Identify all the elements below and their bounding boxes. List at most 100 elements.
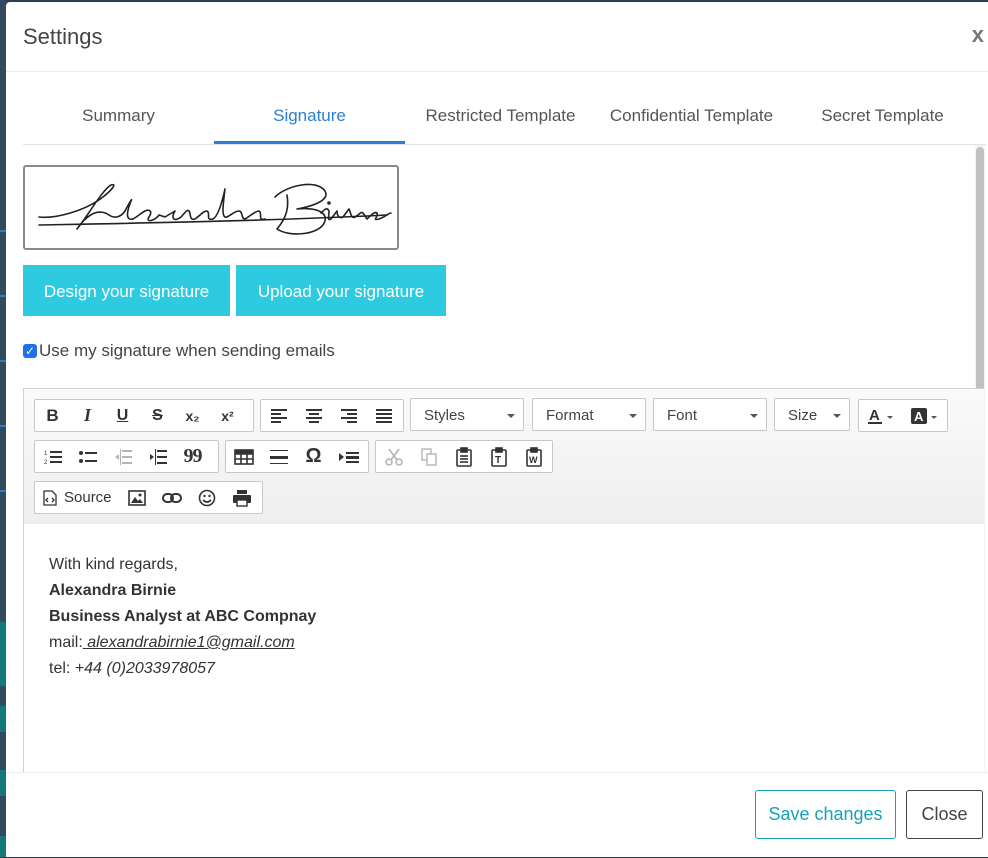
mail-prefix: mail: (49, 634, 83, 651)
text-color-icon: A (868, 407, 893, 424)
basic-styles-group: B I U S x₂ x² (34, 399, 254, 432)
svg-text:T: T (495, 455, 501, 466)
increase-indent-button[interactable] (140, 441, 175, 472)
bullet-list-button[interactable] (70, 441, 105, 472)
paste-button[interactable] (446, 441, 481, 472)
decrease-indent-button[interactable] (105, 441, 140, 472)
handwritten-signature (38, 183, 392, 235)
format-dropdown[interactable]: Format (532, 398, 646, 431)
horizontal-line-button[interactable] (261, 441, 296, 472)
align-right-icon (340, 408, 357, 423)
copy-button[interactable] (411, 441, 446, 472)
outdent-icon (114, 448, 132, 465)
rich-text-editor: B I U S x₂ x² Styles Format Font Size A … (23, 388, 984, 772)
source-icon (43, 489, 57, 506)
strikethrough-icon: S (152, 406, 163, 424)
signature-image (23, 165, 399, 250)
font-dropdown[interactable]: Font (653, 398, 767, 431)
font-label: Font (667, 407, 698, 424)
signer-role: Business Analyst at ABC Compnay (49, 608, 317, 625)
subscript-button[interactable]: x₂ (175, 400, 210, 431)
size-dropdown[interactable]: Size (774, 398, 850, 431)
settings-modal: Settings x Summary Signature Restricted … (6, 2, 988, 857)
alignment-group (260, 399, 404, 432)
source-label: Source (64, 489, 112, 506)
table-button[interactable] (226, 441, 261, 472)
align-center-button[interactable] (296, 400, 331, 431)
source-button[interactable]: Source (35, 482, 119, 513)
svg-text:W: W (529, 455, 538, 465)
indent-icon (149, 448, 167, 465)
svg-text:A: A (869, 407, 880, 424)
background-color-icon: A (911, 407, 937, 424)
superscript-icon: x² (221, 407, 234, 424)
blockquote-icon: 99 (183, 445, 203, 467)
scissors-icon (384, 448, 403, 466)
chevron-down-icon (629, 414, 637, 418)
blockquote-button[interactable]: 99 (175, 441, 210, 472)
italic-button[interactable]: I (70, 400, 105, 431)
strikethrough-button[interactable]: S (140, 400, 175, 431)
link-icon (161, 492, 182, 503)
editor-content[interactable]: With kind regards, Alexandra Birnie Busi… (24, 524, 984, 772)
print-button[interactable] (224, 482, 259, 513)
tab-confidential-template[interactable]: Confidential Template (596, 90, 787, 144)
underline-icon: U (116, 406, 129, 424)
copy-icon (420, 447, 437, 466)
italic-icon: I (83, 405, 91, 425)
styles-dropdown[interactable]: Styles (410, 398, 524, 431)
use-signature-option[interactable]: ✓ Use my signature when sending emails (23, 341, 335, 361)
signer-name: Alexandra Birnie (49, 582, 177, 599)
bold-icon: B (46, 405, 59, 425)
editor-toolbar: B I U S x₂ x² Styles Format Font Size A … (24, 389, 984, 525)
link-button[interactable] (154, 482, 189, 513)
image-icon (127, 489, 146, 506)
paste-word-icon: W (525, 446, 542, 467)
closing-line: With kind regards, (49, 556, 178, 573)
svg-text:2: 2 (44, 460, 48, 465)
justify-button[interactable] (366, 400, 401, 431)
numbered-list-icon: 12 (44, 450, 62, 465)
size-label: Size (788, 407, 818, 424)
background-color-button[interactable]: A (903, 400, 947, 431)
settings-tabs: Summary Signature Restricted Template Co… (23, 90, 986, 145)
bullet-list-icon (78, 450, 97, 463)
modal-footer: Save changes Close (6, 772, 988, 858)
paste-text-button[interactable]: T (481, 441, 516, 472)
superscript-button[interactable]: x² (210, 400, 245, 431)
paste-text-icon: T (490, 446, 507, 467)
svg-text:A: A (914, 409, 924, 424)
tab-signature[interactable]: Signature (214, 90, 405, 144)
chevron-down-icon (750, 414, 758, 418)
tools-group: Source (34, 481, 263, 514)
bold-button[interactable]: B (35, 400, 70, 431)
emoji-button[interactable] (189, 482, 224, 513)
mail-link[interactable]: alexandrabirnie1@gmail.com (83, 634, 294, 651)
use-signature-checkbox[interactable]: ✓ (23, 344, 37, 358)
save-changes-button[interactable]: Save changes (755, 790, 896, 839)
tab-secret-template[interactable]: Secret Template (787, 90, 978, 144)
page-break-button[interactable] (331, 441, 366, 472)
align-center-icon (305, 408, 322, 423)
numbered-list-button[interactable]: 12 (35, 441, 70, 472)
cut-button[interactable] (376, 441, 411, 472)
design-signature-button[interactable]: Design your signature (23, 265, 230, 316)
align-left-button[interactable] (261, 400, 296, 431)
svg-text:1: 1 (44, 451, 48, 457)
tab-summary[interactable]: Summary (23, 90, 214, 144)
paste-from-word-button[interactable]: W (516, 441, 551, 472)
chevron-down-icon (833, 414, 841, 418)
underline-button[interactable]: U (105, 400, 140, 431)
page-break-icon (338, 451, 359, 463)
special-character-button[interactable]: Ω (296, 441, 331, 472)
align-right-button[interactable] (331, 400, 366, 431)
image-button[interactable] (119, 482, 154, 513)
close-button[interactable]: Close (906, 790, 983, 839)
use-signature-label: Use my signature when sending emails (39, 341, 335, 360)
text-color-button[interactable]: A (859, 400, 903, 431)
format-label: Format (546, 407, 594, 424)
tab-restricted-template[interactable]: Restricted Template (405, 90, 596, 144)
close-icon[interactable]: x (972, 22, 984, 48)
upload-signature-button[interactable]: Upload your signature (236, 265, 446, 316)
align-left-icon (270, 408, 287, 423)
